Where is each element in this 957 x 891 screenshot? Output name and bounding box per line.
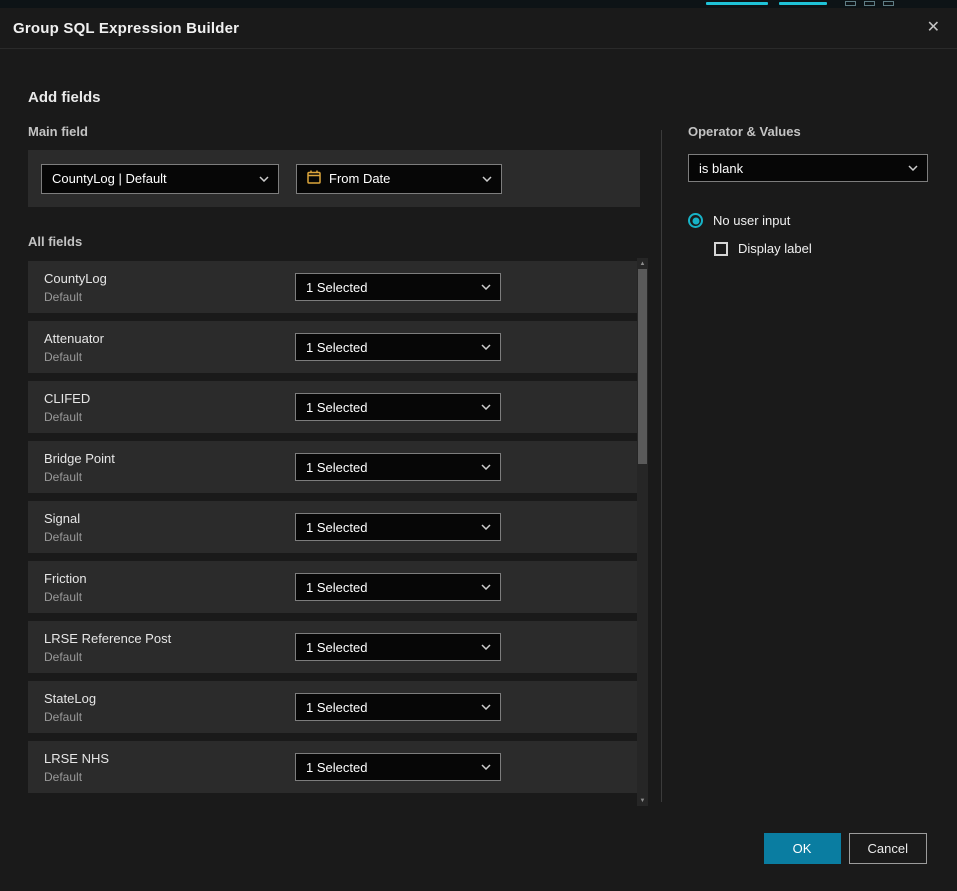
main-layer-dropdown[interactable]: CountyLog | Default [41,164,279,194]
chevron-down-icon [481,284,491,290]
screen: Group SQL Expression Builder ✕ Add field… [0,0,957,891]
radio-selected-icon[interactable] [688,213,703,228]
chevron-down-icon [481,404,491,410]
background-ui-fragment [883,1,894,6]
chevron-down-icon [481,644,491,650]
background-ui-fragment [864,1,875,6]
background-ui-fragment [845,1,856,6]
field-row: Signal Default 1 Selected [28,501,640,553]
field-row: Bridge Point Default 1 Selected [28,441,640,493]
field-selected-dropdown[interactable]: 1 Selected [295,573,501,601]
field-selected-dropdown[interactable]: 1 Selected [295,693,501,721]
background-app-strip [0,0,957,8]
field-selected-dropdown[interactable]: 1 Selected [295,753,501,781]
field-selected-dropdown[interactable]: 1 Selected [295,453,501,481]
main-field-panel: CountyLog | Default From Date [28,150,640,207]
all-fields-list: CountyLog Default 1 Selected Attenuator … [28,261,640,793]
operator-dropdown-value: is blank [699,161,743,176]
chevron-down-icon [481,344,491,350]
calendar-icon [307,170,321,187]
field-selected-dropdown[interactable]: 1 Selected [295,513,501,541]
main-date-field-value: From Date [329,171,390,186]
field-selected-dropdown[interactable]: 1 Selected [295,633,501,661]
field-selected-value: 1 Selected [306,400,367,415]
field-row: LRSE NHS Default 1 Selected [28,741,640,793]
field-selected-dropdown[interactable]: 1 Selected [295,273,501,301]
checkbox-unchecked-icon[interactable] [714,242,728,256]
column-divider [661,130,662,802]
field-selected-dropdown[interactable]: 1 Selected [295,393,501,421]
field-selected-dropdown[interactable]: 1 Selected [295,333,501,361]
field-selected-value: 1 Selected [306,580,367,595]
field-row: Attenuator Default 1 Selected [28,321,640,373]
field-selected-value: 1 Selected [306,760,367,775]
dialog-footer: OK Cancel [764,833,927,864]
operator-values-heading: Operator & Values [688,124,928,139]
scrollbar-up-arrow-icon[interactable]: ▲ [637,258,648,269]
scrollbar-thumb[interactable] [638,269,647,464]
main-field-label: Main field [28,124,640,139]
no-user-input-label: No user input [713,213,790,228]
chevron-down-icon [481,764,491,770]
ok-button[interactable]: OK [764,833,841,864]
chevron-down-icon [482,176,492,182]
dialog-header: Group SQL Expression Builder ✕ [0,8,957,49]
fields-column: Main field CountyLog | Default [28,124,640,801]
no-user-input-radio-option[interactable]: No user input [688,213,928,228]
chevron-down-icon [481,704,491,710]
dialog-content: Add fields Main field CountyLog | Defaul… [0,49,957,891]
background-ui-fragment [779,2,827,5]
add-fields-heading: Add fields [28,89,101,106]
field-row: Friction Default 1 Selected [28,561,640,613]
display-label-label: Display label [738,241,812,256]
field-selected-value: 1 Selected [306,700,367,715]
field-selected-value: 1 Selected [306,460,367,475]
scrollbar-down-arrow-icon[interactable]: ▼ [637,795,648,806]
field-row: LRSE Reference Post Default 1 Selected [28,621,640,673]
operator-values-column: Operator & Values is blank No user input… [688,124,928,256]
field-row: CountyLog Default 1 Selected [28,261,640,313]
scrollbar[interactable]: ▲ ▼ [637,258,648,806]
cancel-button[interactable]: Cancel [849,833,927,864]
chevron-down-icon [908,165,918,171]
chevron-down-icon [259,176,269,182]
field-selected-value: 1 Selected [306,640,367,655]
dialog-group-sql-expression-builder: Group SQL Expression Builder ✕ Add field… [0,8,957,891]
field-selected-value: 1 Selected [306,340,367,355]
main-layer-dropdown-value: CountyLog | Default [52,171,167,186]
field-row: StateLog Default 1 Selected [28,681,640,733]
chevron-down-icon [481,584,491,590]
display-label-checkbox-option[interactable]: Display label [714,241,928,256]
dialog-title: Group SQL Expression Builder [13,20,239,37]
background-ui-fragment [706,2,768,5]
field-selected-value: 1 Selected [306,520,367,535]
field-row: CLIFED Default 1 Selected [28,381,640,433]
all-fields-label: All fields [28,234,640,249]
field-selected-value: 1 Selected [306,280,367,295]
chevron-down-icon [481,524,491,530]
chevron-down-icon [481,464,491,470]
main-date-field-dropdown[interactable]: From Date [296,164,502,194]
operator-dropdown[interactable]: is blank [688,154,928,182]
close-icon[interactable]: ✕ [927,20,940,36]
